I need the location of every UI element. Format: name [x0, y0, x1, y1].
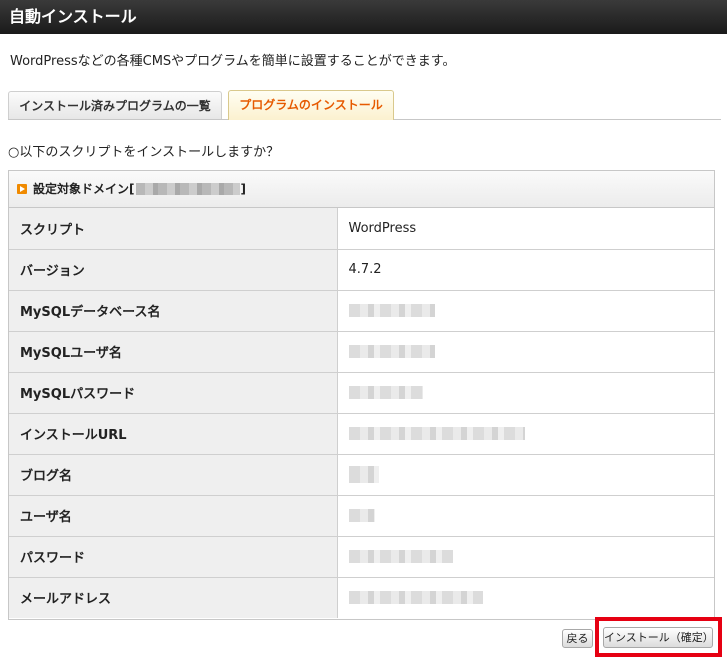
redacted-value — [348, 509, 375, 522]
domain-redacted — [135, 183, 240, 195]
row-label: ブログ名 — [9, 454, 338, 496]
row-value-redacted — [337, 454, 714, 496]
table-row: パスワード — [9, 536, 714, 578]
page-title-bar: 自動インストール — [0, 0, 727, 34]
tab-install-program[interactable]: プログラムのインストール — [228, 90, 394, 120]
row-label: MySQLユーザ名 — [9, 331, 338, 373]
row-label: スクリプト — [9, 208, 338, 250]
table-row: バージョン 4.7.2 — [9, 249, 714, 291]
install-details-table: スクリプト WordPress バージョン 4.7.2 MySQLデータベース名… — [9, 208, 714, 618]
row-label: メールアドレス — [9, 577, 338, 618]
row-value-redacted — [337, 536, 714, 578]
table-row: インストールURL — [9, 413, 714, 455]
tab-bar: インストール済みプログラムの一覧 プログラムのインストール — [8, 90, 721, 120]
table-row: ユーザ名 — [9, 495, 714, 537]
page-title: 自動インストール — [9, 7, 137, 26]
bullet-arrow-icon — [17, 184, 27, 194]
tab-installed-programs[interactable]: インストール済みプログラムの一覧 — [8, 91, 222, 119]
redacted-value — [348, 345, 435, 358]
row-label: インストールURL — [9, 413, 338, 455]
install-confirm-button[interactable]: インストール（確定） — [603, 627, 714, 648]
table-row: メールアドレス — [9, 577, 714, 618]
install-details-panel: 設定対象ドメイン[ ] スクリプト WordPress バージョン 4.7.2 … — [8, 170, 715, 620]
row-value-redacted — [337, 577, 714, 618]
table-row: ブログ名 — [9, 454, 714, 496]
table-row: MySQLデータベース名 — [9, 290, 714, 332]
table-row: MySQLユーザ名 — [9, 331, 714, 373]
row-value: WordPress — [337, 208, 714, 250]
table-row: MySQLパスワード — [9, 372, 714, 414]
row-label: ユーザ名 — [9, 495, 338, 537]
redacted-value — [348, 427, 525, 440]
panel-heading: 設定対象ドメイン[ ] — [9, 171, 714, 208]
row-value: 4.7.2 — [337, 249, 714, 291]
page-description: WordPressなどの各種CMSやプログラムを簡単に設置することができます。 — [10, 54, 456, 69]
table-row: スクリプト WordPress — [9, 208, 714, 250]
domain-heading-suffix: ] — [240, 182, 246, 196]
row-value-redacted — [337, 372, 714, 414]
row-value-redacted — [337, 331, 714, 373]
row-label: MySQLパスワード — [9, 372, 338, 414]
redacted-value — [348, 466, 379, 483]
back-button[interactable]: 戻る — [562, 629, 593, 648]
install-question: ○以下のスクリプトをインストールしますか？ — [8, 145, 280, 160]
row-label: MySQLデータベース名 — [9, 290, 338, 332]
redacted-value — [348, 386, 423, 399]
row-label: パスワード — [9, 536, 338, 578]
redacted-value — [348, 304, 435, 317]
row-label: バージョン — [9, 249, 338, 291]
row-value-redacted — [337, 413, 714, 455]
row-value-redacted — [337, 495, 714, 537]
row-value-redacted — [337, 290, 714, 332]
redacted-value — [348, 550, 453, 563]
domain-heading-prefix: 設定対象ドメイン[ — [33, 182, 135, 196]
redacted-value — [348, 591, 483, 605]
